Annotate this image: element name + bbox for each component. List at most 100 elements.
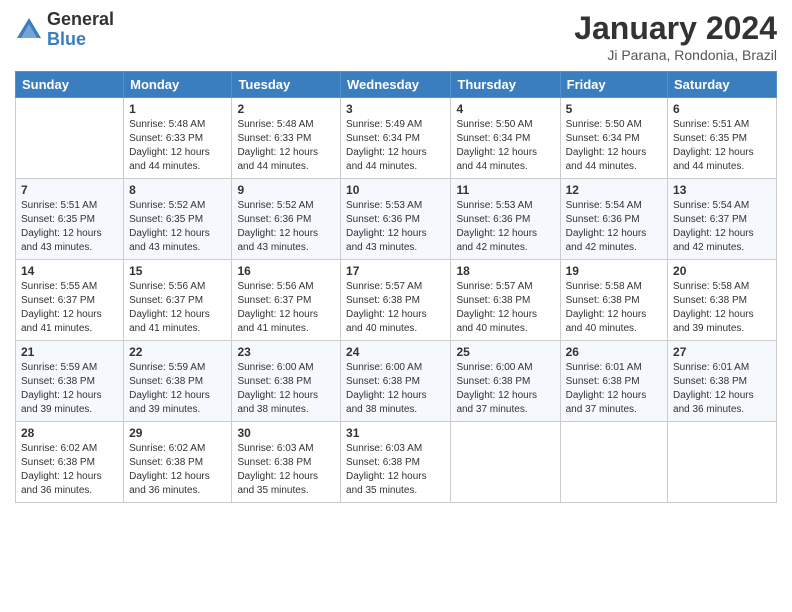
- day-number: 17: [346, 264, 445, 278]
- week-row-1: 1Sunrise: 5:48 AM Sunset: 6:33 PM Daylig…: [16, 98, 777, 179]
- table-row: 9 Sunrise: 5:52 AM Sunset: 6:36 PM Daylig…: [232, 179, 341, 260]
- day-info: Sunrise: 5:53 AM Sunset: 6:36 PM Dayligh…: [456, 199, 554, 255]
- day-number: 13: [673, 183, 771, 197]
- page: General Blue January 2024 Ji Parana, Ron…: [0, 0, 792, 612]
- day-info: Sunrise: 6:00 AM Sunset: 6:38 PM Dayligh…: [456, 361, 554, 417]
- day-number: 8: [129, 183, 226, 197]
- day-info: Sunrise: 5:58 AM Sunset: 6:38 PM Dayligh…: [566, 280, 662, 336]
- day-info: Sunrise: 6:03 AM Sunset: 6:38 PM Dayligh…: [346, 442, 445, 498]
- col-monday: Monday: [124, 72, 232, 98]
- day-number: 3: [346, 102, 445, 116]
- day-number: 4: [456, 102, 554, 116]
- day-number: 28: [21, 426, 118, 440]
- table-row: 22 Sunrise: 5:59 AM Sunset: 6:38 PM Dayli…: [124, 341, 232, 422]
- week-row-4: 21 Sunrise: 5:59 AM Sunset: 6:38 PM Dayli…: [16, 341, 777, 422]
- logo-general: General: [47, 10, 114, 30]
- table-row: 18Sunrise: 5:57 AM Sunset: 6:38 PM Dayli…: [451, 260, 560, 341]
- day-number: 27: [673, 345, 771, 359]
- col-sunday: Sunday: [16, 72, 124, 98]
- day-number: 21: [21, 345, 118, 359]
- day-info: Sunrise: 5:50 AM Sunset: 6:34 PM Dayligh…: [566, 118, 662, 174]
- day-info: Sunrise: 5:53 AM Sunset: 6:36 PM Dayligh…: [346, 199, 445, 255]
- table-row: 27 Sunrise: 6:01 AM Sunset: 6:38 PM Dayli…: [668, 341, 777, 422]
- day-info: Sunrise: 5:58 AM Sunset: 6:38 PM Dayligh…: [673, 280, 771, 336]
- day-info: Sunrise: 5:59 AM Sunset: 6:38 PM Dayligh…: [129, 361, 226, 417]
- day-info: Sunrise: 5:59 AM Sunset: 6:38 PM Dayligh…: [21, 361, 118, 417]
- table-row: 3 Sunrise: 5:49 AM Sunset: 6:34 PM Daylig…: [341, 98, 451, 179]
- table-row: 10Sunrise: 5:53 AM Sunset: 6:36 PM Dayli…: [341, 179, 451, 260]
- table-row: [16, 98, 124, 179]
- day-number: 9: [237, 183, 335, 197]
- day-info: Sunrise: 5:49 AM Sunset: 6:34 PM Dayligh…: [346, 118, 445, 174]
- day-number: 30: [237, 426, 335, 440]
- day-info: Sunrise: 5:48 AM Sunset: 6:33 PM Dayligh…: [237, 118, 335, 174]
- day-info: Sunrise: 6:02 AM Sunset: 6:38 PM Dayligh…: [129, 442, 226, 498]
- day-info: Sunrise: 5:52 AM Sunset: 6:36 PM Dayligh…: [237, 199, 335, 255]
- table-row: [668, 422, 777, 503]
- day-info: Sunrise: 5:52 AM Sunset: 6:35 PM Dayligh…: [129, 199, 226, 255]
- table-row: 17 Sunrise: 5:57 AM Sunset: 6:38 PM Dayli…: [341, 260, 451, 341]
- table-row: 13Sunrise: 5:54 AM Sunset: 6:37 PM Dayli…: [668, 179, 777, 260]
- week-row-5: 28 Sunrise: 6:02 AM Sunset: 6:38 PM Dayli…: [16, 422, 777, 503]
- header-row: Sunday Monday Tuesday Wednesday Thursday…: [16, 72, 777, 98]
- title-location: Ji Parana, Rondonia, Brazil: [574, 47, 777, 63]
- calendar-body: 1Sunrise: 5:48 AM Sunset: 6:33 PM Daylig…: [16, 98, 777, 503]
- day-info: Sunrise: 6:02 AM Sunset: 6:38 PM Dayligh…: [21, 442, 118, 498]
- table-row: 1Sunrise: 5:48 AM Sunset: 6:33 PM Daylig…: [124, 98, 232, 179]
- day-number: 14: [21, 264, 118, 278]
- col-wednesday: Wednesday: [341, 72, 451, 98]
- day-info: Sunrise: 5:56 AM Sunset: 6:37 PM Dayligh…: [129, 280, 226, 336]
- logo-text: General Blue: [47, 10, 114, 50]
- day-info: Sunrise: 5:55 AM Sunset: 6:37 PM Dayligh…: [21, 280, 118, 336]
- table-row: 11Sunrise: 5:53 AM Sunset: 6:36 PM Dayli…: [451, 179, 560, 260]
- calendar-table: Sunday Monday Tuesday Wednesday Thursday…: [15, 71, 777, 503]
- table-row: 24 Sunrise: 6:00 AM Sunset: 6:38 PM Dayli…: [341, 341, 451, 422]
- table-row: 29 Sunrise: 6:02 AM Sunset: 6:38 PM Dayli…: [124, 422, 232, 503]
- day-number: 22: [129, 345, 226, 359]
- col-friday: Friday: [560, 72, 667, 98]
- day-number: 18: [456, 264, 554, 278]
- day-info: Sunrise: 5:50 AM Sunset: 6:34 PM Dayligh…: [456, 118, 554, 174]
- day-info: Sunrise: 6:00 AM Sunset: 6:38 PM Dayligh…: [237, 361, 335, 417]
- table-row: 2Sunrise: 5:48 AM Sunset: 6:33 PM Daylig…: [232, 98, 341, 179]
- day-number: 16: [237, 264, 335, 278]
- day-info: Sunrise: 5:56 AM Sunset: 6:37 PM Dayligh…: [237, 280, 335, 336]
- table-row: 15 Sunrise: 5:56 AM Sunset: 6:37 PM Dayli…: [124, 260, 232, 341]
- header: General Blue January 2024 Ji Parana, Ron…: [15, 10, 777, 63]
- day-info: Sunrise: 5:48 AM Sunset: 6:33 PM Dayligh…: [129, 118, 226, 174]
- day-info: Sunrise: 6:00 AM Sunset: 6:38 PM Dayligh…: [346, 361, 445, 417]
- col-thursday: Thursday: [451, 72, 560, 98]
- table-row: 16 Sunrise: 5:56 AM Sunset: 6:37 PM Dayli…: [232, 260, 341, 341]
- week-row-2: 7Sunrise: 5:51 AM Sunset: 6:35 PM Daylig…: [16, 179, 777, 260]
- table-row: 5Sunrise: 5:50 AM Sunset: 6:34 PM Daylig…: [560, 98, 667, 179]
- table-row: 12 Sunrise: 5:54 AM Sunset: 6:36 PM Dayli…: [560, 179, 667, 260]
- day-number: 25: [456, 345, 554, 359]
- table-row: 23 Sunrise: 6:00 AM Sunset: 6:38 PM Dayli…: [232, 341, 341, 422]
- day-number: 26: [566, 345, 662, 359]
- day-info: Sunrise: 6:03 AM Sunset: 6:38 PM Dayligh…: [237, 442, 335, 498]
- table-row: 20Sunrise: 5:58 AM Sunset: 6:38 PM Dayli…: [668, 260, 777, 341]
- day-number: 7: [21, 183, 118, 197]
- table-row: 4 Sunrise: 5:50 AM Sunset: 6:34 PM Daylig…: [451, 98, 560, 179]
- day-info: Sunrise: 6:01 AM Sunset: 6:38 PM Dayligh…: [673, 361, 771, 417]
- day-info: Sunrise: 5:57 AM Sunset: 6:38 PM Dayligh…: [346, 280, 445, 336]
- table-row: 26Sunrise: 6:01 AM Sunset: 6:38 PM Dayli…: [560, 341, 667, 422]
- day-number: 19: [566, 264, 662, 278]
- table-row: 8 Sunrise: 5:52 AM Sunset: 6:35 PM Daylig…: [124, 179, 232, 260]
- table-row: 6Sunrise: 5:51 AM Sunset: 6:35 PM Daylig…: [668, 98, 777, 179]
- day-number: 6: [673, 102, 771, 116]
- col-tuesday: Tuesday: [232, 72, 341, 98]
- col-saturday: Saturday: [668, 72, 777, 98]
- day-number: 24: [346, 345, 445, 359]
- day-number: 15: [129, 264, 226, 278]
- day-info: Sunrise: 5:54 AM Sunset: 6:36 PM Dayligh…: [566, 199, 662, 255]
- day-number: 23: [237, 345, 335, 359]
- day-number: 29: [129, 426, 226, 440]
- table-row: 30 Sunrise: 6:03 AM Sunset: 6:38 PM Dayli…: [232, 422, 341, 503]
- table-row: 28 Sunrise: 6:02 AM Sunset: 6:38 PM Dayli…: [16, 422, 124, 503]
- day-number: 31: [346, 426, 445, 440]
- table-row: 14 Sunrise: 5:55 AM Sunset: 6:37 PM Dayli…: [16, 260, 124, 341]
- logo: General Blue: [15, 10, 114, 50]
- day-number: 12: [566, 183, 662, 197]
- table-row: [560, 422, 667, 503]
